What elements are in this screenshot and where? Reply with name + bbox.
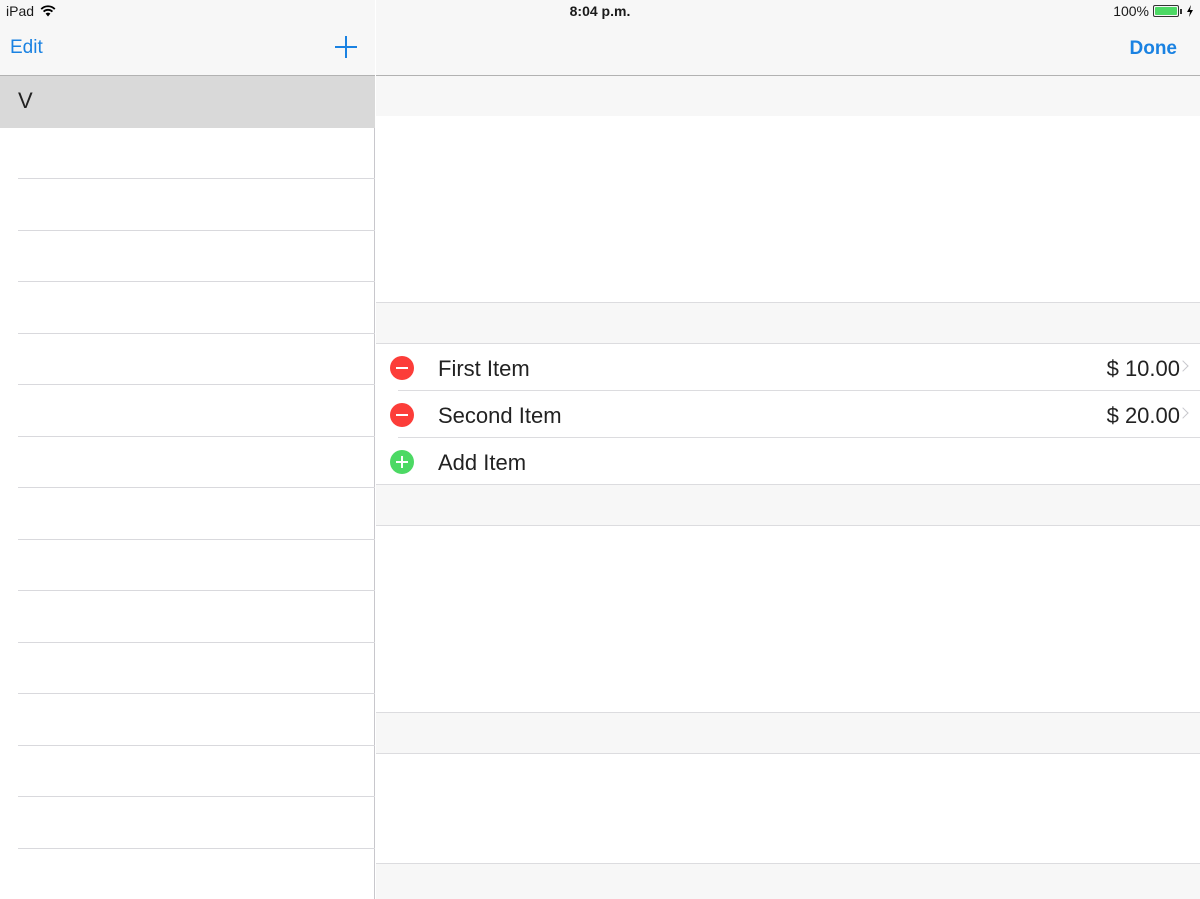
list-item[interactable] (0, 179, 375, 231)
list-item[interactable] (0, 385, 375, 437)
detail-pane: Done First Item $ 10.00 Second Item $ 20… (376, 0, 1200, 899)
list-item[interactable] (0, 437, 375, 489)
item-label: Second Item (438, 403, 562, 428)
list-item[interactable]: V (0, 76, 375, 128)
plus-icon[interactable] (335, 36, 357, 58)
list-item[interactable] (0, 849, 375, 899)
add-plus-icon[interactable] (390, 450, 414, 474)
items-section: First Item $ 10.00 Second Item $ 20.00 A… (376, 343, 1200, 485)
list-item[interactable] (0, 334, 375, 386)
add-item-label: Add Item (438, 450, 527, 475)
status-right: 100% (1113, 3, 1194, 19)
list-item-label: V (18, 88, 33, 113)
master-list: V (0, 76, 375, 899)
list-item[interactable] (0, 746, 375, 798)
list-item[interactable] (0, 128, 375, 180)
list-item[interactable] (0, 643, 375, 695)
done-button[interactable]: Done (1130, 38, 1178, 60)
table-row[interactable]: Second Item $ 20.00 (376, 391, 1200, 438)
empty-section (376, 116, 1200, 303)
delete-minus-icon[interactable] (390, 403, 414, 427)
battery-icon (1153, 5, 1179, 17)
bolt-icon (1187, 5, 1193, 17)
edit-button[interactable]: Edit (10, 37, 43, 59)
list-item[interactable] (0, 488, 375, 540)
delete-minus-icon[interactable] (390, 356, 414, 380)
list-item[interactable] (0, 694, 375, 746)
table-row[interactable]: First Item $ 10.00 (376, 344, 1200, 391)
list-item[interactable] (0, 231, 375, 283)
battery-percent: 100% (1113, 3, 1149, 19)
item-price: $ 20.00 (1106, 403, 1180, 428)
master-pane: Edit V (0, 0, 375, 899)
item-label: First Item (438, 356, 530, 381)
empty-section (376, 753, 1200, 864)
battery-tip (1180, 8, 1182, 14)
list-item[interactable] (0, 591, 375, 643)
status-time: 8:04 p.m. (569, 3, 631, 19)
add-item-row[interactable]: Add Item (376, 438, 1200, 485)
list-item[interactable] (0, 540, 375, 592)
status-bar: iPad 8:04 p.m. 100% (0, 0, 1200, 24)
item-price: $ 10.00 (1106, 356, 1180, 381)
empty-section (376, 525, 1200, 713)
battery-level (1155, 7, 1177, 15)
list-item[interactable] (0, 282, 375, 334)
list-item[interactable] (0, 797, 375, 849)
